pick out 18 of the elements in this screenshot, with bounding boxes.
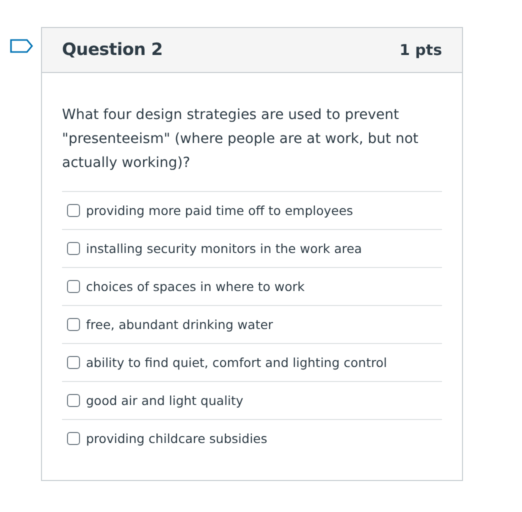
question-title: Question 2 — [62, 40, 163, 60]
checkbox[interactable] — [67, 204, 80, 217]
checkbox[interactable] — [67, 280, 80, 293]
answer-option[interactable]: ability to find quiet, comfort and lighting control — [86, 355, 387, 370]
checkbox[interactable] — [67, 318, 80, 331]
question-text: What four design strategies are used to prevent "presenteeism" (where people are at work, but not actually working)? — [62, 106, 420, 173]
answer-option[interactable]: providing more paid time off to employees — [86, 203, 354, 218]
question-points: 1 pts — [400, 41, 442, 59]
checkbox[interactable] — [67, 432, 80, 445]
checkbox[interactable] — [67, 394, 80, 407]
checkbox[interactable] — [67, 242, 80, 255]
bookmark-flag-icon[interactable] — [10, 39, 33, 53]
answer-option[interactable]: providing childcare subsidies — [86, 431, 268, 446]
checkbox[interactable] — [67, 356, 80, 369]
answer-option[interactable]: good air and light quality — [86, 393, 244, 408]
answer-option[interactable]: installing security monitors in the work area — [86, 241, 362, 256]
answer-option[interactable]: choices of spaces in where to work — [86, 279, 305, 294]
answer-option[interactable]: free, abundant drinking water — [86, 317, 274, 332]
